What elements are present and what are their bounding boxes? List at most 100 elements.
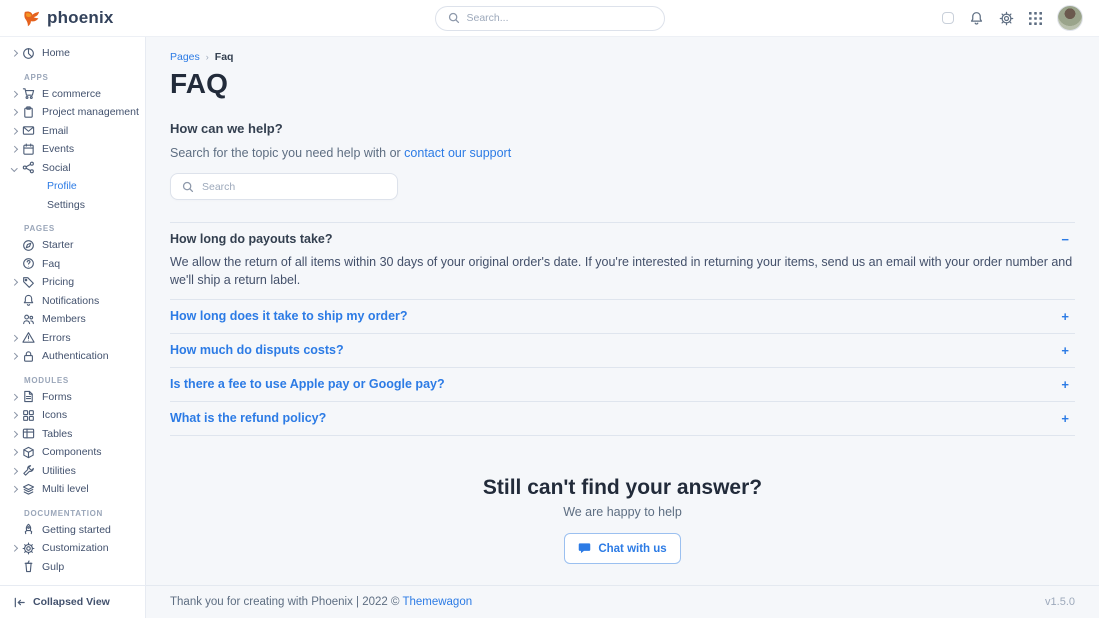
faq-item-apple-google-pay: Is there a fee to use Apple pay or Googl… (170, 368, 1075, 402)
sidebar-item-authentication[interactable]: Authentication (0, 347, 145, 366)
faq-item-refund-policy: What is the refund policy? + (170, 402, 1075, 436)
envelope-icon (22, 124, 35, 137)
faq-question-row[interactable]: What is the refund policy? + (170, 411, 1075, 425)
chat-with-us-button[interactable]: Chat with us (564, 533, 680, 564)
sidebar-item-project-management[interactable]: Project management (0, 103, 145, 122)
global-search[interactable] (435, 6, 665, 31)
chevron-right-icon (10, 51, 19, 56)
page-title: FAQ (170, 68, 1075, 100)
sidebar-item-settings[interactable]: Settings (0, 196, 145, 215)
sidebar-item-starter[interactable]: Starter (0, 236, 145, 255)
help-subtext: Search for the topic you need help with … (170, 146, 1075, 160)
sidebar-item-errors[interactable]: Errors (0, 329, 145, 348)
wrench-icon (22, 464, 35, 477)
collapse-sidebar-toggle[interactable]: Collapsed View (0, 585, 145, 618)
notifications-bell-icon[interactable] (969, 11, 984, 26)
table-icon (22, 427, 35, 440)
sidebar-item-events[interactable]: Events (0, 140, 145, 159)
faq-question-row[interactable]: How much do disputs costs? + (170, 343, 1075, 357)
chevron-right-icon (10, 487, 19, 492)
faq-question-row[interactable]: How long does it take to ship my order? … (170, 309, 1075, 323)
chevron-right-icon (10, 432, 19, 437)
document-icon (22, 390, 35, 403)
calendar-icon (22, 143, 35, 156)
shopping-cart-icon (22, 87, 35, 100)
collapse-minus-icon[interactable]: − (1061, 233, 1075, 246)
sidebar-item-home[interactable]: Home (0, 44, 145, 63)
navbar-actions (942, 5, 1083, 31)
sidebar-item-forms[interactable]: Forms (0, 388, 145, 407)
main-content: Pages › Faq FAQ How can we help? Search … (146, 37, 1099, 618)
sidebar-section-pages: PAGES (24, 224, 145, 233)
breadcrumb-current: Faq (215, 51, 234, 63)
sidebar-item-notifications[interactable]: Notifications (0, 292, 145, 311)
top-navbar: phoenix (0, 0, 1099, 37)
sidebar-item-members[interactable]: Members (0, 310, 145, 329)
brand-logo[interactable]: phoenix (22, 8, 114, 28)
global-search-input[interactable] (467, 12, 652, 24)
users-icon (22, 313, 35, 326)
chat-button-label: Chat with us (598, 543, 666, 555)
sidebar-item-getting-started[interactable]: Getting started (0, 521, 145, 540)
sidebar-item-utilities[interactable]: Utilities (0, 462, 145, 481)
user-avatar[interactable] (1057, 5, 1083, 31)
breadcrumb-pages-link[interactable]: Pages (170, 51, 200, 63)
themewagon-link[interactable]: Themewagon (402, 596, 472, 608)
lock-icon (22, 350, 35, 363)
gulp-cup-icon (22, 560, 35, 573)
footer: Thank you for creating with Phoenix | 20… (146, 585, 1099, 618)
chevron-right-icon (10, 147, 19, 152)
chevron-right-icon (10, 280, 19, 285)
contact-support-link[interactable]: contact our support (404, 146, 511, 160)
share-nodes-icon (22, 161, 35, 174)
bell-icon (22, 294, 35, 307)
sidebar-item-gulp[interactable]: Gulp (0, 558, 145, 577)
sidebar-item-tables[interactable]: Tables (0, 425, 145, 444)
sidebar: Home APPS E commerce Project management … (0, 37, 146, 618)
sidebar-section-documentation: DOCUMENTATION (24, 509, 145, 518)
sidebar-item-ecommerce[interactable]: E commerce (0, 85, 145, 104)
chevron-right-icon (10, 336, 19, 341)
breadcrumb: Pages › Faq (170, 51, 1075, 63)
expand-plus-icon[interactable]: + (1061, 344, 1075, 357)
pie-chart-icon (22, 47, 35, 60)
collapse-arrow-icon (13, 596, 26, 609)
chevron-right-icon (10, 129, 19, 134)
settings-gear-icon[interactable] (999, 11, 1014, 26)
faq-search-input[interactable] (202, 181, 386, 193)
cta-subtitle: We are happy to help (170, 505, 1075, 519)
sidebar-item-icons[interactable]: Icons (0, 406, 145, 425)
expand-plus-icon[interactable]: + (1061, 378, 1075, 391)
sidebar-item-pricing[interactable]: Pricing (0, 273, 145, 292)
faq-search[interactable] (170, 173, 398, 200)
help-heading: How can we help? (170, 121, 1075, 136)
sidebar-item-social[interactable]: Social (0, 159, 145, 178)
faq-question-row[interactable]: Is there a fee to use Apple pay or Googl… (170, 377, 1075, 391)
sidebar-item-customization[interactable]: Customization (0, 539, 145, 558)
faq-question: What is the refund policy? (170, 411, 326, 425)
sidebar-item-components[interactable]: Components (0, 443, 145, 462)
chevron-down-icon (10, 166, 19, 171)
chevron-right-icon (10, 469, 19, 474)
brand-name: phoenix (47, 8, 114, 28)
search-icon (182, 181, 194, 193)
sidebar-item-faq[interactable]: Faq (0, 255, 145, 274)
sidebar-item-multi-level[interactable]: Multi level (0, 480, 145, 499)
apps-grid-icon[interactable] (1029, 12, 1042, 25)
tag-icon (22, 276, 35, 289)
chevron-right-icon (10, 354, 19, 359)
faq-question-row[interactable]: How long do payouts take? − (170, 232, 1075, 246)
sidebar-item-profile[interactable]: Profile (0, 177, 145, 196)
still-need-help-section: Still can't find your answer? We are hap… (170, 476, 1075, 564)
chat-bubble-icon (578, 542, 591, 555)
app-window: phoenix H (0, 0, 1099, 618)
grid-squares-icon (22, 409, 35, 422)
expand-plus-icon[interactable]: + (1061, 412, 1075, 425)
expand-plus-icon[interactable]: + (1061, 310, 1075, 323)
theme-toggle[interactable] (942, 12, 954, 24)
cta-title: Still can't find your answer? (170, 476, 1075, 500)
faq-question: How long does it take to ship my order? (170, 309, 408, 323)
sidebar-item-email[interactable]: Email (0, 122, 145, 141)
package-box-icon (22, 446, 35, 459)
phoenix-flame-icon (22, 10, 41, 27)
